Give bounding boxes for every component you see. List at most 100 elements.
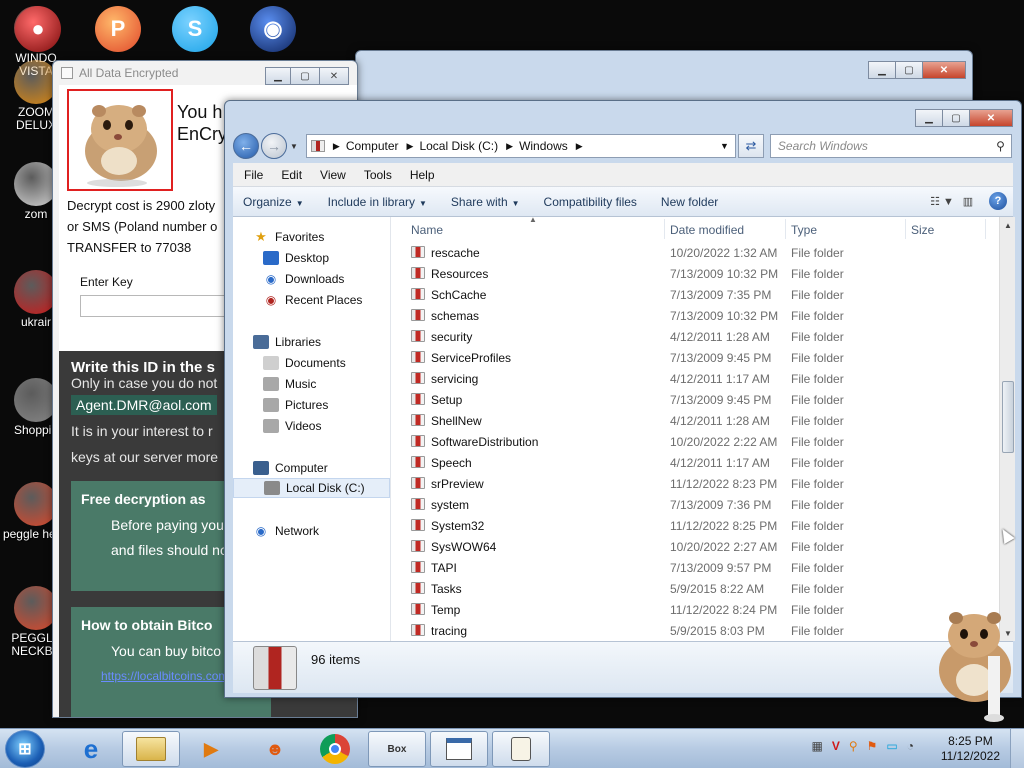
table-row[interactable]: rescache 10/20/2022 1:32 AM File folder (391, 242, 999, 263)
search-input[interactable]: Search Windows ⚲ (769, 134, 1012, 158)
recent-pages-icon[interactable]: ▼ (290, 142, 298, 151)
compatibility-files-button[interactable]: Compatibility files (544, 195, 637, 209)
nav-downloads[interactable]: ◉ Downloads (263, 269, 345, 289)
table-row[interactable]: Resources 7/13/2009 10:32 PM File folder (391, 263, 999, 284)
table-row[interactable]: Temp 11/12/2022 8:24 PM File folder (391, 599, 999, 620)
help-icon[interactable]: ? (989, 192, 1007, 210)
nav-local-disk[interactable]: Local Disk (C:) (233, 478, 390, 498)
minimize-button[interactable]: ▁ (868, 61, 896, 79)
address-dropdown-icon[interactable]: ▼ (720, 141, 729, 151)
nav-videos[interactable]: Videos (263, 416, 321, 436)
hamster-app-button[interactable]: Box (368, 731, 426, 767)
address-row: ← → ▼ ▶ Computer ▶ Local Disk (C:) ▶ Win… (233, 131, 1013, 161)
nav-pictures[interactable]: Pictures (263, 395, 328, 415)
table-row[interactable]: srPreview 11/12/2022 8:23 PM File folder (391, 473, 999, 494)
minimize-button[interactable]: ▁ (915, 109, 943, 127)
tray-network-icon[interactable]: ▭ (886, 739, 897, 753)
breadcrumb-local-disk[interactable]: Local Disk (C:) (419, 139, 498, 153)
table-row[interactable]: ShellNew 4/12/2011 1:28 AM File folder (391, 410, 999, 431)
column-name[interactable]: Name (411, 223, 443, 237)
table-row[interactable]: security 4/12/2011 1:28 AM File folder (391, 326, 999, 347)
forward-button[interactable]: → (261, 133, 287, 159)
menu-file[interactable]: File (244, 168, 263, 182)
nav-recent-places[interactable]: ◉ Recent Places (263, 290, 363, 310)
chevron-right-icon[interactable]: ▶ (576, 141, 583, 152)
ransom-window-button[interactable] (430, 731, 488, 767)
table-row[interactable]: SchCache 7/13/2009 7:35 PM File folder (391, 284, 999, 305)
close-button[interactable]: ✕ (922, 61, 966, 79)
chevron-right-icon[interactable]: ▶ (333, 141, 340, 152)
note-app-button[interactable] (492, 731, 550, 767)
chevron-right-icon[interactable]: ▶ (407, 141, 414, 152)
contact-email[interactable]: Agent.DMR@aol.com (71, 395, 217, 415)
maximize-button[interactable]: ▢ (290, 67, 320, 85)
column-type[interactable]: Type (791, 223, 817, 237)
table-row[interactable]: servicing 4/12/2011 1:17 AM File folder (391, 368, 999, 389)
minimize-button[interactable]: ▁ (265, 67, 291, 85)
share-with-button[interactable]: Share with ▼ (451, 195, 520, 209)
table-row[interactable]: Setup 7/13/2009 9:45 PM File folder (391, 389, 999, 410)
top-icon-globe[interactable]: ◉ (250, 6, 296, 52)
tray-flag-icon[interactable]: ⚑ (867, 739, 878, 753)
back-button[interactable]: ← (233, 133, 259, 159)
table-row[interactable]: system 7/13/2009 7:36 PM File folder (391, 494, 999, 515)
new-folder-button[interactable]: New folder (661, 195, 718, 209)
table-row[interactable]: SysWOW64 10/20/2022 2:27 AM File folder (391, 536, 999, 557)
maximize-button[interactable]: ▢ (895, 61, 923, 79)
row-name: TAPI (431, 561, 457, 575)
table-row[interactable]: schemas 7/13/2009 10:32 PM File folder (391, 305, 999, 326)
internet-explorer-icon[interactable]: e (62, 731, 120, 767)
menu-view[interactable]: View (320, 168, 346, 182)
nav-documents[interactable]: Documents (263, 353, 346, 373)
close-button[interactable]: ✕ (969, 109, 1013, 127)
preview-pane-icon[interactable]: ▥ (957, 192, 979, 210)
tray-app-icon[interactable]: ▦ (811, 739, 822, 753)
table-row[interactable]: tracing 5/9/2015 8:03 PM File folder (391, 620, 999, 641)
table-row[interactable]: System32 11/12/2022 8:25 PM File folder (391, 515, 999, 536)
media-player-icon[interactable]: ▶ (182, 731, 240, 767)
scrollbar-thumb[interactable] (1002, 381, 1014, 453)
nav-favorites[interactable]: ★ Favorites (253, 227, 324, 247)
vertical-scrollbar[interactable]: ▲ ▼ (999, 217, 1015, 641)
address-bar[interactable]: ▶ Computer ▶ Local Disk (C:) ▶ Windows ▶… (305, 134, 736, 158)
change-view-icon[interactable]: ☷ ▼ (927, 192, 957, 210)
uc-browser-icon[interactable]: ☻ (246, 731, 304, 767)
organize-button[interactable]: Organize ▼ (243, 195, 304, 209)
top-icon-windows-vista[interactable]: ● (15, 6, 61, 52)
show-desktop-button[interactable] (1010, 729, 1024, 768)
top-icon-peggle[interactable]: P (95, 6, 141, 52)
nav-desktop[interactable]: Desktop (263, 248, 329, 268)
start-button[interactable]: ⊞ (5, 730, 45, 768)
menu-help[interactable]: Help (410, 168, 435, 182)
table-row[interactable]: Speech 4/12/2011 1:17 AM File folder (391, 452, 999, 473)
explorer-taskbar-button[interactable] (122, 731, 180, 767)
table-row[interactable]: TAPI 7/13/2009 9:57 PM File folder (391, 557, 999, 578)
row-date: 10/20/2022 2:22 AM (670, 435, 778, 449)
column-date[interactable]: Date modified (670, 223, 744, 237)
nav-computer[interactable]: Computer (253, 458, 328, 478)
menu-tools[interactable]: Tools (364, 168, 392, 182)
menu-edit[interactable]: Edit (281, 168, 302, 182)
column-size[interactable]: Size (911, 223, 934, 237)
tray-volume-icon[interactable]: ◔ (907, 739, 914, 753)
table-row[interactable]: SoftwareDistribution 10/20/2022 2:22 AM Fi… (391, 431, 999, 452)
tray-search-icon[interactable]: ⚲ (849, 739, 858, 753)
table-row[interactable]: Tasks 5/9/2015 8:22 AM File folder (391, 578, 999, 599)
include-in-library-button[interactable]: Include in library ▼ (328, 195, 427, 209)
nav-music[interactable]: Music (263, 374, 316, 394)
top-icon-skype[interactable]: S (172, 6, 218, 52)
tray-v-icon[interactable]: V (832, 739, 840, 753)
chevron-right-icon[interactable]: ▶ (506, 141, 513, 152)
maximize-button[interactable]: ▢ (942, 109, 970, 127)
nav-libraries[interactable]: Libraries (253, 332, 321, 352)
chrome-icon[interactable] (306, 731, 364, 767)
table-row[interactable]: ServiceProfiles 7/13/2009 9:45 PM File fol… (391, 347, 999, 368)
clock[interactable]: 8:25 PM 11/12/2022 (941, 734, 1000, 764)
breadcrumb-computer[interactable]: Computer (346, 139, 399, 153)
refresh-button[interactable]: ⇄ (737, 134, 764, 158)
nav-network[interactable]: ◉ Network (253, 521, 319, 541)
search-icon[interactable]: ⚲ (996, 139, 1005, 153)
close-button[interactable]: ✕ (319, 67, 349, 85)
breadcrumb-windows[interactable]: Windows (519, 139, 568, 153)
scroll-up-icon[interactable]: ▲ (1001, 218, 1015, 232)
